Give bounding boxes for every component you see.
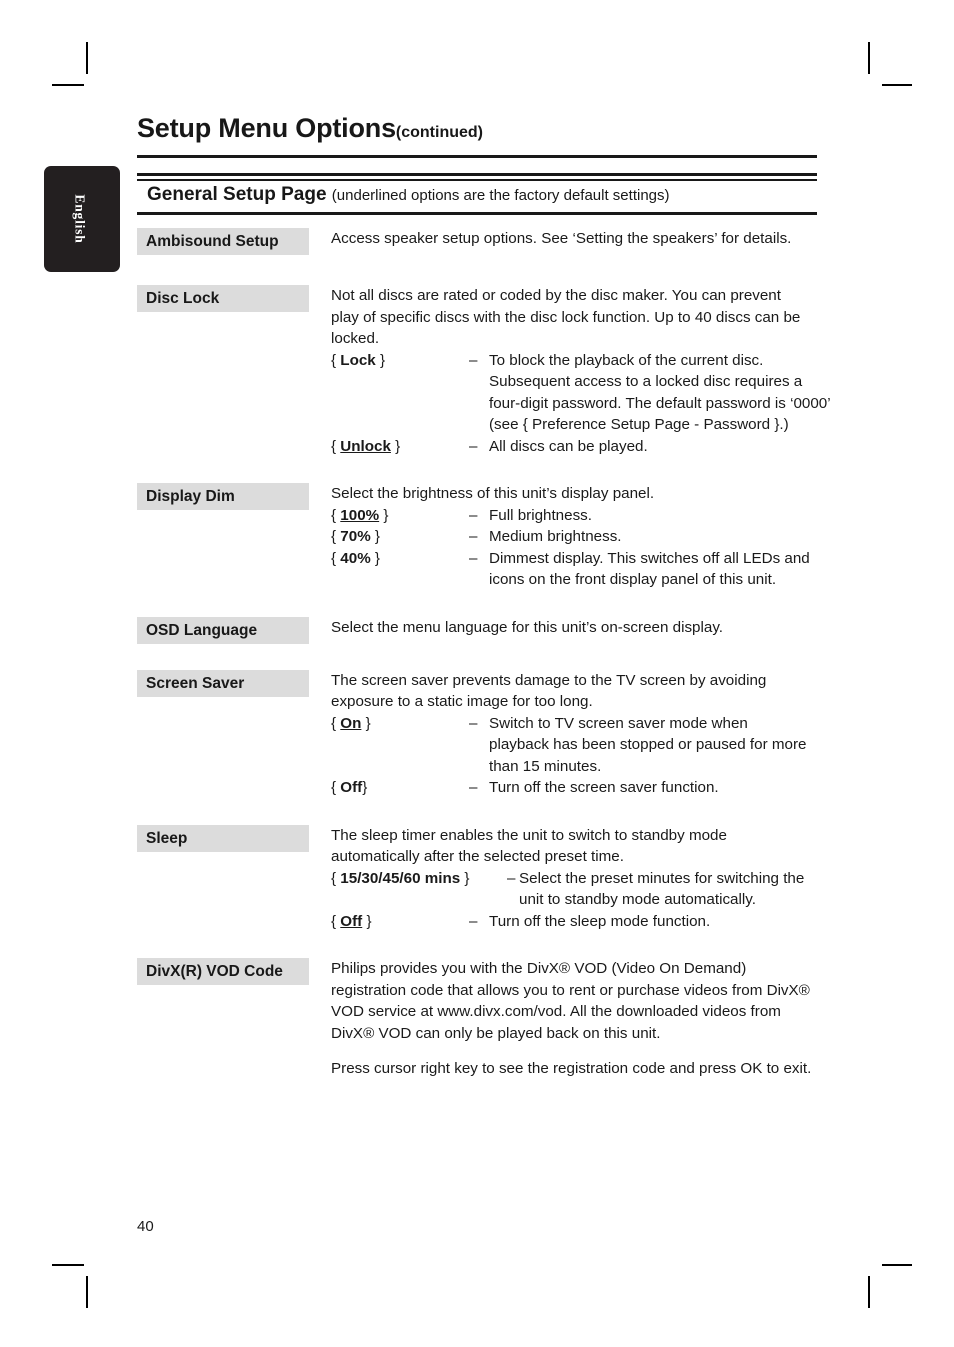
option-dash: – (469, 506, 478, 524)
setup-entry: Sleep The sleep timer enables the unit t… (137, 824, 837, 933)
entry-paragraph: The screen saver prevents damage to the … (331, 671, 767, 711)
option-row: { Off } – Turn off the sleep mode functi… (331, 911, 837, 933)
setup-entry: OSD Language Select the menu language fo… (137, 616, 837, 644)
crop-mark-top-left-vertical (86, 42, 88, 74)
setup-entry: Screen Saver The screen saver prevents d… (137, 669, 837, 799)
option-row: { On } – Switch to TV screen saver mode … (331, 713, 837, 778)
option-key: { 100% } (331, 506, 389, 524)
option-description: Switch to TV screen saver mode when play… (489, 714, 807, 775)
option-key: { Off} (331, 779, 368, 796)
option-description: Dimmest display. This switches off all L… (489, 549, 810, 589)
option-value: 70% (340, 528, 371, 545)
option-value: Off (340, 912, 363, 930)
option-description: To block the playback of the current dis… (489, 351, 831, 434)
entry-label: DivX(R) VOD Code (137, 958, 309, 985)
option-value: 15/30/45/60 mins (340, 869, 461, 887)
option-value: 100% (340, 506, 380, 524)
section-rule-top-thick (137, 173, 817, 176)
entry-paragraph: Not all discs are rated or coded by the … (331, 287, 801, 347)
crop-mark-bottom-left-vertical (86, 1276, 88, 1308)
entry-label: Disc Lock (137, 285, 309, 312)
setup-entry: Display Dim Select the brightness of thi… (137, 483, 837, 591)
option-description: Turn off the sleep mode function. (489, 912, 711, 930)
option-description: Medium brightness. (489, 528, 622, 545)
setup-entry: Ambisound Setup Access speaker setup opt… (137, 228, 837, 255)
crop-mark-bottom-right-vertical (868, 1276, 870, 1308)
option-key: { On } (331, 714, 371, 732)
section-heading-note: (underlined options are the factory defa… (331, 187, 670, 204)
page-title: Setup Menu Options(continued) (137, 113, 827, 144)
option-key: { Unlock } (331, 437, 401, 455)
entry-paragraph: Philips provides you with the DivX® VOD … (331, 960, 810, 1042)
option-row: { Unlock } – All discs can be played. (331, 436, 837, 458)
crop-mark-top-left-horizontal (52, 84, 84, 86)
option-value: Unlock (340, 437, 391, 455)
option-description: Full brightness. (489, 506, 592, 524)
entry-body: The screen saver prevents damage to the … (309, 670, 837, 799)
option-row: { Lock } – To block the playback of the … (331, 350, 837, 436)
entry-label: Sleep (137, 824, 309, 852)
setup-entry: Disc Lock Not all discs are rated or cod… (137, 285, 837, 457)
entry-paragraph: The sleep timer enables the unit to swit… (331, 826, 727, 866)
option-dash: – (469, 549, 478, 567)
title-rule (137, 155, 817, 158)
section-rule-bottom (137, 212, 817, 215)
option-description: All discs can be played. (489, 437, 648, 455)
section-heading: General Setup Page (underlined options a… (147, 184, 827, 206)
crop-mark-top-right-horizontal (882, 84, 912, 86)
option-key: { 70% } (331, 528, 380, 545)
language-tab-label: English (72, 194, 88, 244)
option-dash: – (507, 869, 516, 887)
entry-body: The sleep timer enables the unit to swit… (309, 825, 837, 933)
entry-paragraph: Access speaker setup options. See ‘Setti… (331, 230, 792, 247)
entry-body: Select the menu language for this unit’s… (309, 617, 837, 639)
setup-entry: DivX(R) VOD Code Philips provides you wi… (137, 958, 837, 1080)
entry-paragraph: Select the brightness of this unit’s dis… (331, 485, 655, 502)
crop-mark-top-right-vertical (868, 42, 870, 74)
entry-label: Ambisound Setup (137, 228, 309, 255)
entry-body: Not all discs are rated or coded by the … (309, 285, 837, 457)
option-value: On (340, 714, 362, 732)
setup-option-list: Ambisound Setup Access speaker setup opt… (137, 228, 837, 1090)
option-description: Turn off the screen saver function. (489, 779, 719, 796)
entry-label: Screen Saver (137, 669, 309, 697)
option-dash: – (469, 528, 478, 545)
option-dash: – (469, 912, 478, 930)
entry-body: Philips provides you with the DivX® VOD … (309, 958, 837, 1080)
option-key: { 15/30/45/60 mins } (331, 869, 470, 887)
section-rule-top-thin (137, 179, 817, 181)
entry-body: Select the brightness of this unit’s dis… (309, 483, 837, 591)
option-key: { Off } (331, 912, 372, 930)
section-heading-title: General Setup Page (147, 184, 327, 205)
option-row: { 70% } – Medium brightness. (331, 526, 837, 548)
option-dash: – (469, 714, 478, 732)
page-number: 40 (137, 1218, 154, 1235)
crop-mark-bottom-left-horizontal (52, 1264, 84, 1266)
page-title-continued: (continued) (395, 124, 483, 141)
option-key: { 40% } (331, 549, 380, 567)
option-row: { 40% } – Dimmest display. This switches… (331, 548, 837, 591)
option-dash: – (469, 351, 478, 369)
entry-body: Access speaker setup options. See ‘Setti… (309, 228, 837, 250)
option-row: { 100% } – Full brightness. (331, 505, 837, 527)
page-title-main: Setup Menu Options (137, 113, 396, 143)
option-dash: – (469, 437, 478, 455)
option-row: { Off} – Turn off the screen saver funct… (331, 777, 837, 799)
entry-paragraph: Select the menu language for this unit’s… (331, 618, 724, 636)
option-dash: – (469, 779, 478, 796)
option-key: { Lock } (331, 351, 386, 369)
option-value: 40% (340, 549, 371, 567)
option-row: { 15/30/45/60 mins } – Select the preset… (331, 868, 837, 911)
option-description: Select the preset minutes for switching … (519, 869, 805, 909)
entry-paragraph: Press cursor right key to see the regist… (331, 1060, 812, 1077)
crop-mark-bottom-right-horizontal (882, 1264, 912, 1266)
option-value: Lock (340, 351, 376, 369)
entry-label: Display Dim (137, 483, 309, 510)
language-tab: English (44, 166, 120, 272)
option-value: Off (340, 779, 363, 796)
entry-label: OSD Language (137, 616, 309, 644)
